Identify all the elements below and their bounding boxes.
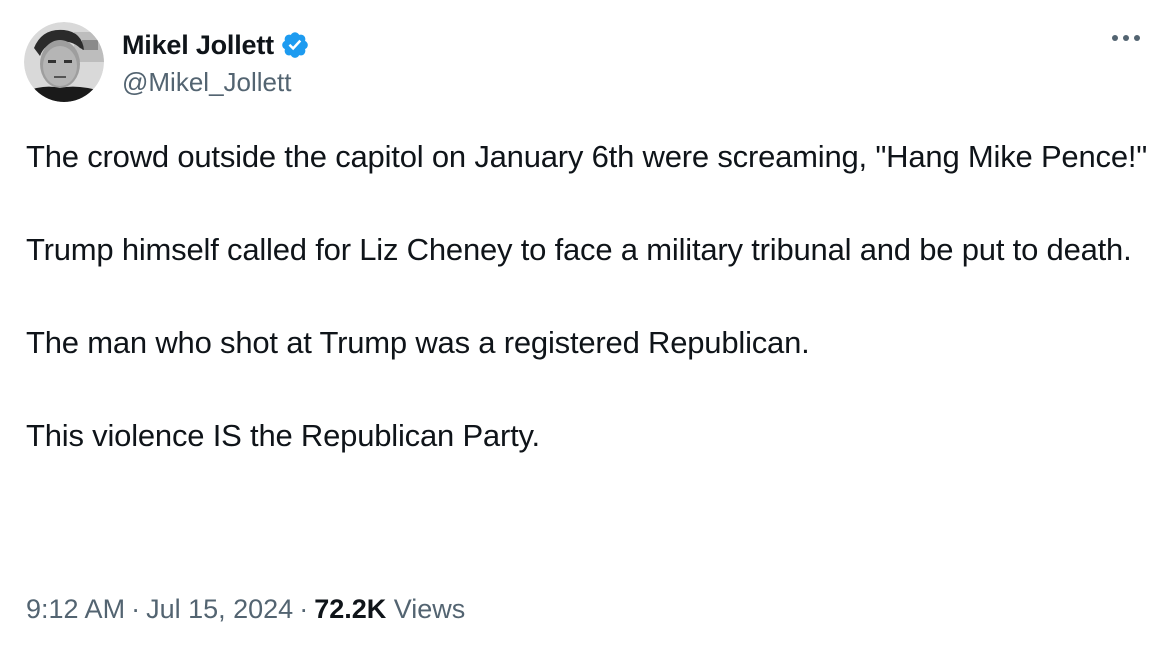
tweet-meta: 9:12 AM · Jul 15, 2024 · 72.2K Views bbox=[26, 594, 465, 625]
more-horizontal-icon bbox=[1112, 35, 1140, 41]
meta-separator: · bbox=[131, 594, 141, 624]
tweet-paragraph: Trump himself called for Liz Cheney to f… bbox=[26, 232, 1132, 267]
tweet-header: Mikel Jollett @Mikel_Jollett bbox=[24, 22, 310, 102]
tweet-paragraph: The crowd outside the capitol on January… bbox=[26, 139, 1148, 174]
author-names: Mikel Jollett @Mikel_Jollett bbox=[122, 25, 310, 99]
meta-separator: · bbox=[299, 594, 309, 624]
tweet-card: Mikel Jollett @Mikel_Jollett The crowd o… bbox=[0, 0, 1170, 646]
verified-badge-icon bbox=[282, 32, 308, 58]
tweet-time[interactable]: 9:12 AM bbox=[26, 594, 125, 624]
tweet-date[interactable]: Jul 15, 2024 bbox=[146, 594, 293, 624]
views-label: Views bbox=[393, 594, 466, 624]
tweet-paragraph: This violence IS the Republican Party. bbox=[26, 418, 540, 453]
author-display-name[interactable]: Mikel Jollett bbox=[122, 30, 274, 61]
tweet-paragraph: The man who shot at Trump was a register… bbox=[26, 325, 810, 360]
author-handle[interactable]: @Mikel_Jollett bbox=[122, 65, 310, 99]
avatar[interactable] bbox=[24, 22, 104, 102]
more-options-button[interactable] bbox=[1108, 26, 1144, 50]
tweet-text: The crowd outside the capitol on January… bbox=[26, 134, 1156, 506]
name-row: Mikel Jollett bbox=[122, 25, 310, 65]
views-count[interactable]: 72.2K bbox=[314, 594, 386, 624]
